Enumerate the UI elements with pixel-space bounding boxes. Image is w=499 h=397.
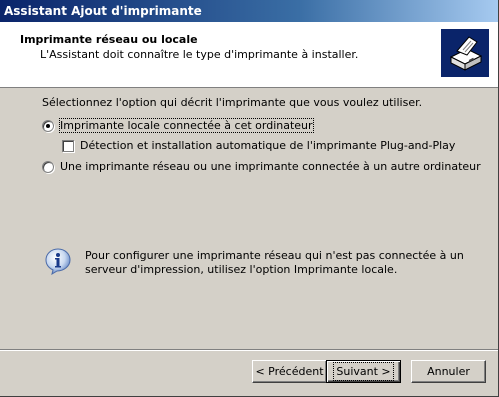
plug-and-play-checkbox[interactable]: Détection et installation automatique de… <box>62 139 455 152</box>
info-message-line-1: Pour configurer une imprimante réseau qu… <box>85 249 464 262</box>
radio-button-checked[interactable] <box>42 119 54 132</box>
window-title: Assistant Ajout d'imprimante <box>4 4 202 18</box>
local-printer-label[interactable]: Imprimante locale connectée à cet ordina… <box>59 118 314 133</box>
wizard-window: Assistant Ajout d'imprimante Imprimante … <box>0 0 499 397</box>
info-icon <box>44 247 72 276</box>
wizard-content: Sélectionnez l'option qui décrit l'impri… <box>0 89 498 339</box>
cancel-button-label: Annuler <box>427 365 470 378</box>
next-button[interactable]: Suivant > <box>326 360 401 383</box>
header-title: Imprimante réseau ou locale <box>20 33 198 46</box>
instruction-text: Sélectionnez l'option qui décrit l'impri… <box>42 96 423 109</box>
radio-button-unchecked[interactable] <box>42 160 54 173</box>
local-printer-radio[interactable]: Imprimante locale connectée à cet ordina… <box>42 118 314 133</box>
title-bar[interactable]: Assistant Ajout d'imprimante <box>0 0 498 22</box>
plug-and-play-label[interactable]: Détection et installation automatique de… <box>80 139 455 152</box>
next-button-label: Suivant > <box>333 362 394 381</box>
back-button[interactable]: < Précédent <box>252 360 327 383</box>
button-separator <box>0 349 498 351</box>
cancel-button[interactable]: Annuler <box>411 360 486 383</box>
network-printer-radio[interactable]: Une imprimante réseau ou une imprimante … <box>42 160 481 173</box>
back-button-label: < Précédent <box>255 365 324 378</box>
printer-wizard-icon <box>441 29 489 77</box>
checkbox-unchecked[interactable] <box>62 139 74 152</box>
info-message: Pour configurer une imprimante réseau qu… <box>85 249 465 277</box>
wizard-header: Imprimante réseau ou locale L'Assistant … <box>0 22 498 88</box>
network-printer-label[interactable]: Une imprimante réseau ou une imprimante … <box>60 160 481 173</box>
info-message-line-2: serveur d'impression, utilisez l'option … <box>85 263 398 276</box>
header-subtitle: L'Assistant doit connaître le type d'imp… <box>40 48 359 61</box>
